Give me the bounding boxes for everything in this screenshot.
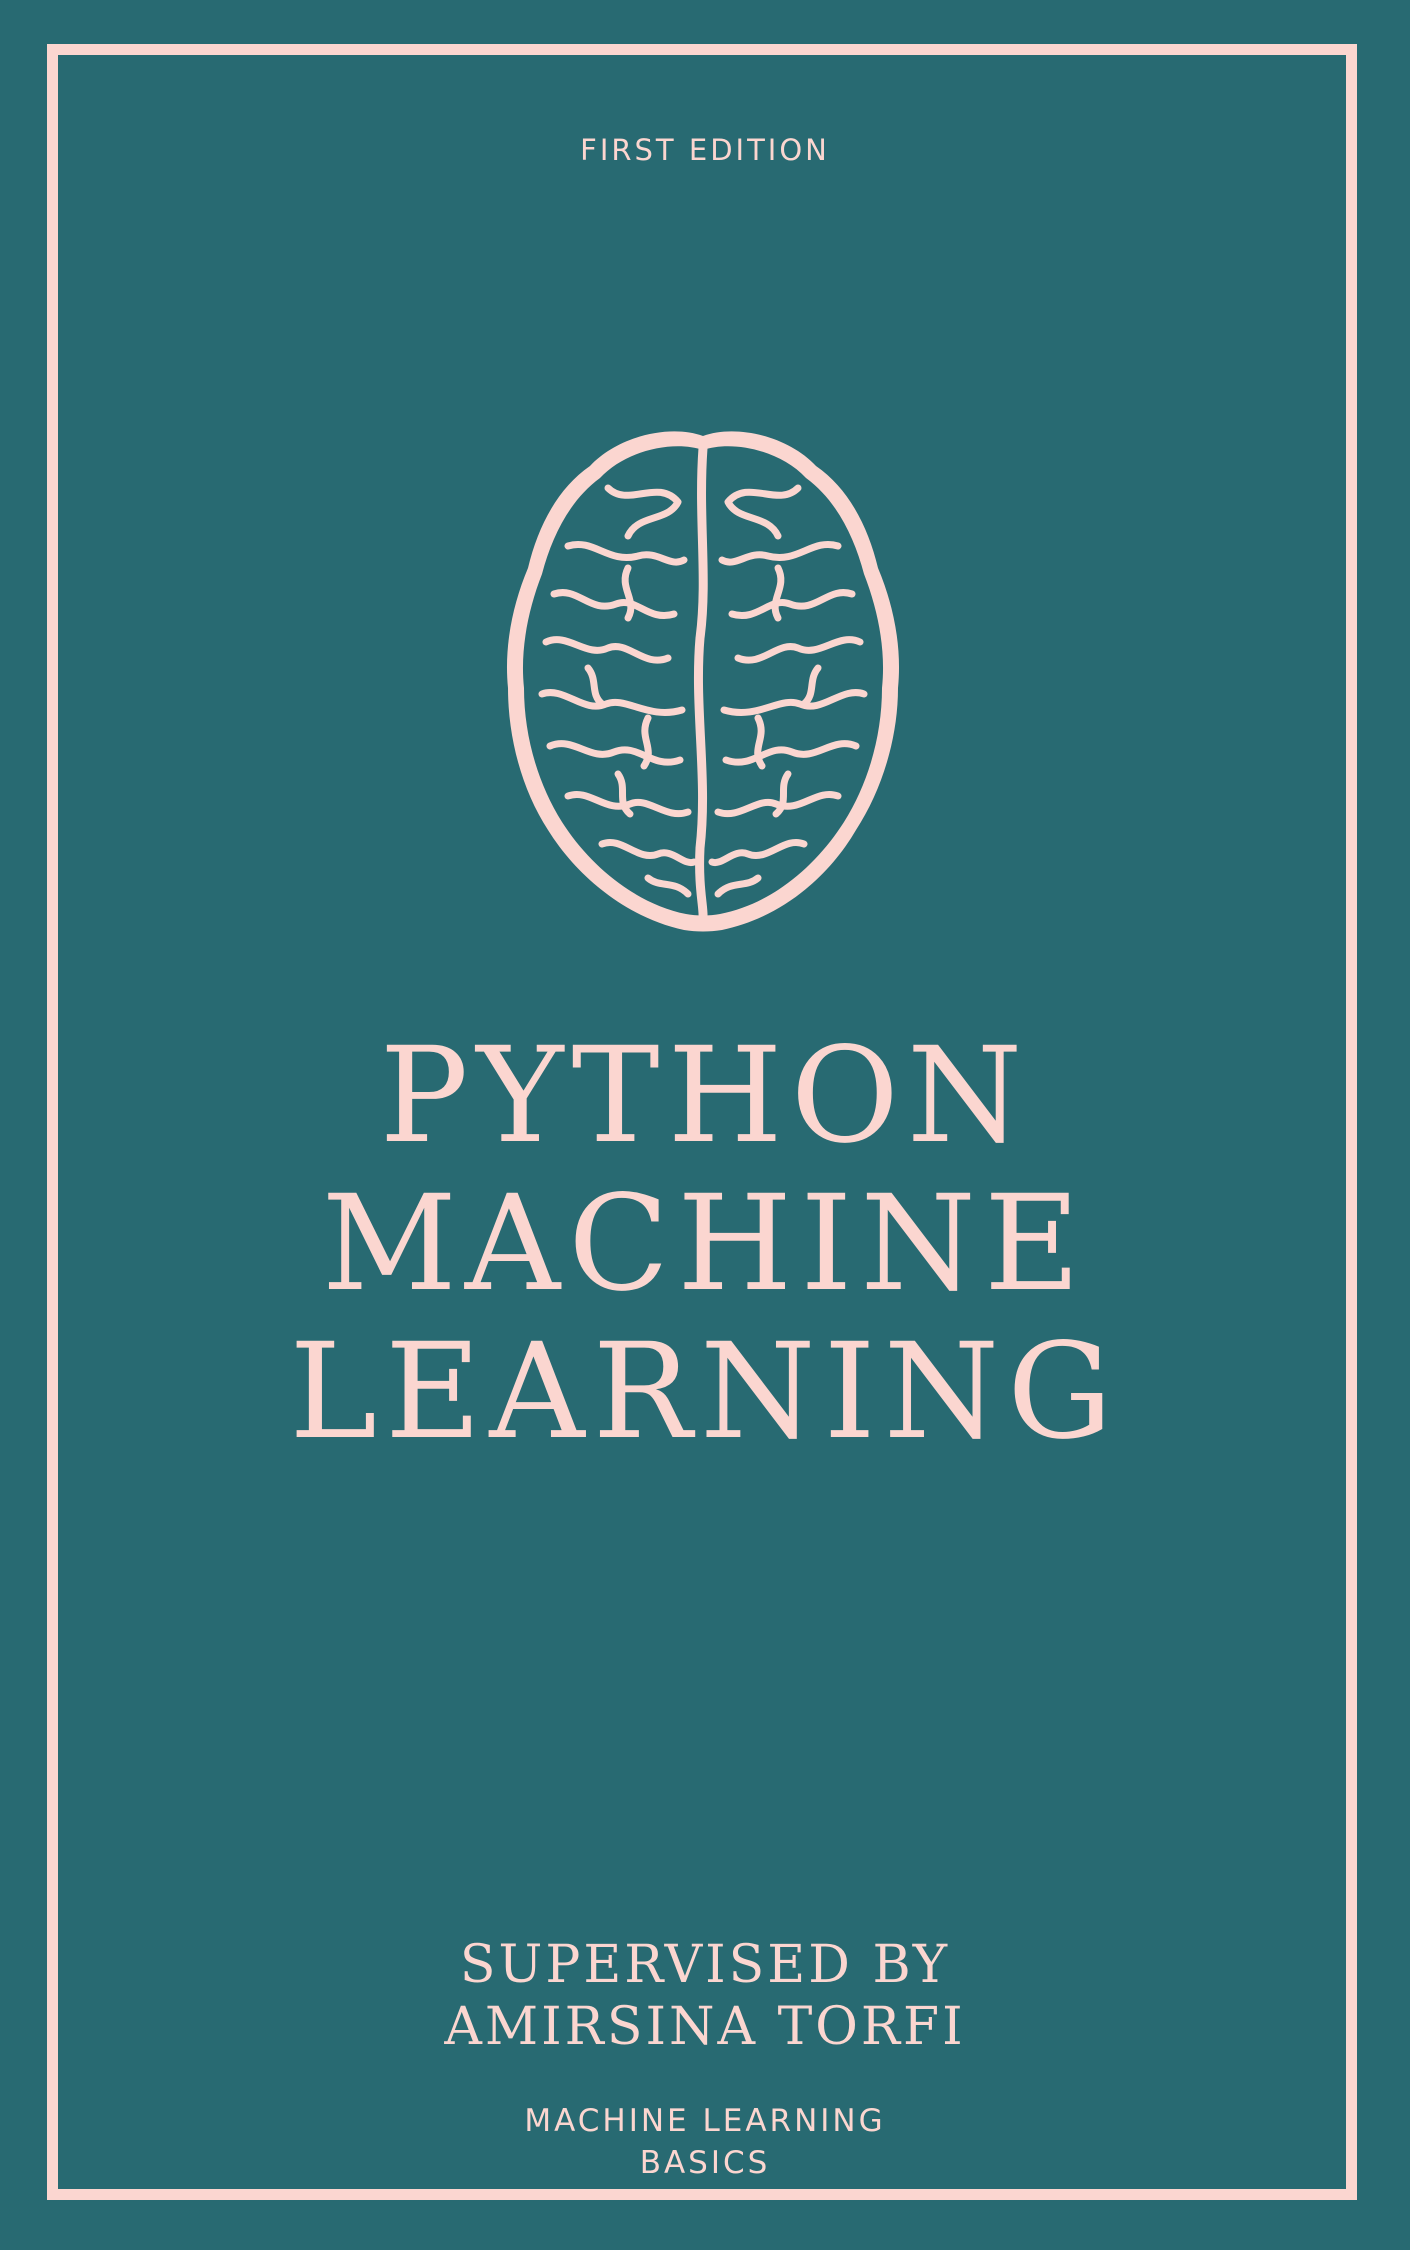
title-line-3: LEARNING (289, 1315, 1121, 1469)
edition-label: FIRST EDITION (580, 133, 830, 167)
author-name: AMIRSINA TORFI (444, 1997, 966, 2057)
title-line-2: MACHINE (321, 1167, 1089, 1321)
series-block: MACHINE LEARNING BASICS (0, 2100, 1410, 2184)
title-line-1: PYTHON (379, 1019, 1031, 1173)
author-block: SUPERVISED BY AMIRSINA TORFI (0, 1934, 1410, 2058)
series-line-2: BASICS (639, 2145, 771, 2181)
brain-icon (498, 418, 908, 938)
book-title: PYTHON MACHINE LEARNING (0, 1022, 1410, 1466)
series-line-1: MACHINE LEARNING (524, 2103, 886, 2139)
supervised-by-label: SUPERVISED BY (459, 1935, 951, 1995)
book-cover: FIRST EDITION PYTHON MACHINE LEARNING SU… (0, 0, 1410, 2250)
